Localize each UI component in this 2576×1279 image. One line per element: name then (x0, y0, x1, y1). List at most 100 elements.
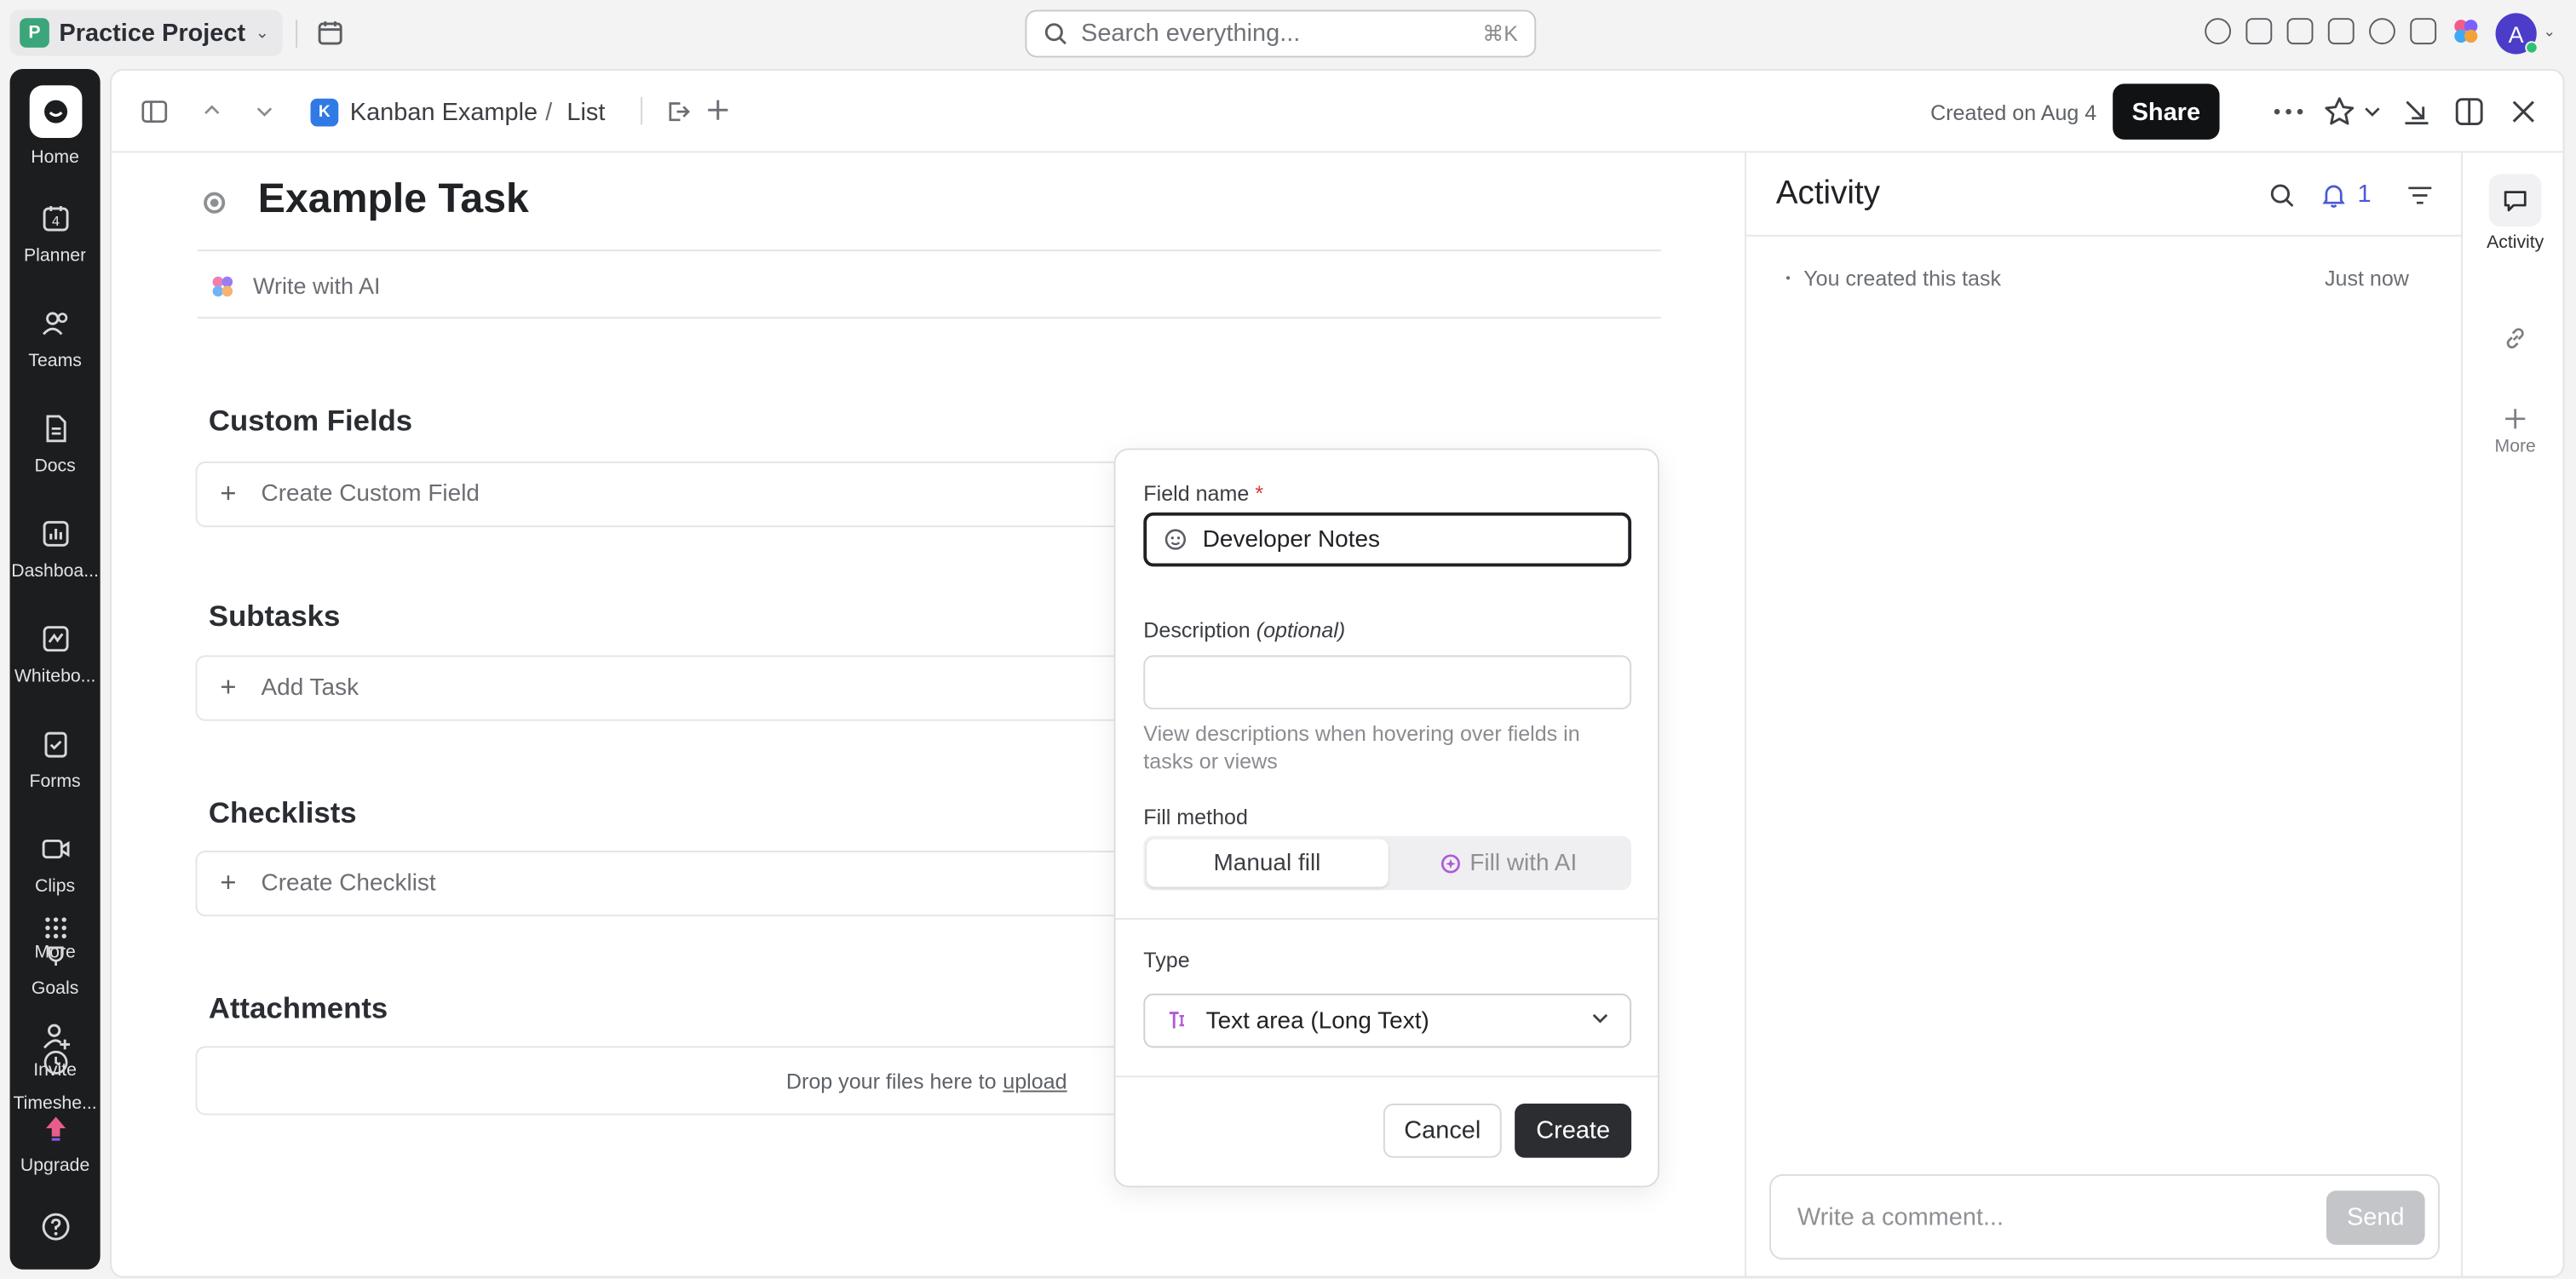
divider (1115, 918, 1658, 921)
rail-item-upgrade[interactable]: Upgrade (10, 1110, 101, 1176)
notification-count: 1 (2357, 181, 2372, 209)
field-name-label: Field name * (1143, 481, 1264, 507)
rail-item-docs[interactable]: Docs (10, 410, 101, 476)
description-help-text: View descriptions when hovering over fie… (1143, 720, 1580, 774)
send-button[interactable]: Send (2326, 1190, 2425, 1244)
ai-sparkle-icon (212, 275, 233, 296)
rail-label: Clips (35, 876, 76, 898)
task-panel: K Kanban Example / List Created on Aug 4… (110, 69, 2565, 1278)
notifications-button[interactable]: 1 (2321, 181, 2372, 209)
chevron-down-icon (1592, 1013, 1608, 1024)
more-horizontal-icon[interactable] (2274, 108, 2303, 115)
manual-fill-label: Manual fill (1213, 850, 1321, 876)
trophy-icon (37, 939, 72, 975)
mini-rail-more[interactable]: More (2463, 407, 2563, 457)
alarm-clock-icon[interactable] (2369, 18, 2395, 45)
ai-brain-icon[interactable] (2451, 16, 2481, 46)
rail-item-goals[interactable]: Goals (10, 939, 101, 999)
description-label: Description (optional) (1143, 617, 1346, 643)
rail-item-home[interactable]: Home (10, 85, 101, 168)
check-circle-icon[interactable] (2205, 18, 2232, 45)
filter-icon[interactable] (2406, 186, 2433, 205)
help-icon (37, 1208, 72, 1244)
rail-item-forms[interactable]: Forms (10, 726, 101, 792)
mini-rail-label: Activity (2487, 232, 2544, 254)
chevron-down-icon[interactable] (255, 105, 274, 118)
rail-label: Dashboa... (11, 561, 99, 582)
create-button[interactable]: Create (1515, 1104, 1632, 1158)
share-button[interactable]: Share (2113, 83, 2220, 140)
rail-item-planner[interactable]: 4 Planner (10, 200, 101, 266)
star-icon[interactable] (2323, 95, 2356, 129)
activity-entry: • You created this task (1785, 266, 2001, 290)
clock-icon (37, 1045, 72, 1081)
planner-calendar-icon: 4 (37, 200, 72, 236)
manual-fill-option[interactable]: Manual fill (1147, 839, 1388, 887)
sidebar-toggle-icon[interactable] (141, 100, 168, 123)
rail-item-dashboards[interactable]: Dashboa... (10, 516, 101, 582)
optional-tag: (optional) (1256, 617, 1346, 643)
inbox-icon[interactable] (2245, 18, 2273, 45)
fill-method-label: Fill method (1143, 805, 1248, 829)
divider (1746, 234, 2463, 237)
move-task-icon[interactable] (665, 99, 692, 125)
ai-sparkle-icon (1440, 853, 1460, 873)
field-name-input[interactable]: Developer Notes (1143, 512, 1632, 567)
clipboard-icon[interactable] (2286, 18, 2314, 45)
rail-item-clips[interactable]: Clips (10, 831, 101, 897)
split-view-icon[interactable] (2454, 97, 2484, 127)
plus-icon: + (220, 478, 237, 509)
emoji-picker-icon[interactable] (1163, 527, 1187, 552)
field-name-value: Developer Notes (1202, 526, 1381, 553)
document-icon[interactable] (2410, 18, 2437, 45)
plus-icon: + (220, 671, 237, 703)
chevron-up-icon[interactable] (202, 104, 221, 117)
task-title[interactable]: Example Task (258, 175, 529, 223)
workspace-switcher[interactable]: P Practice Project ⌄ (9, 9, 283, 56)
write-with-ai-button[interactable]: Write with AI (210, 272, 381, 299)
field-type-select[interactable]: Text area (Long Text) (1143, 993, 1632, 1048)
rail-label: Upgrade (20, 1156, 90, 1176)
activity-entry-time: Just now (2324, 266, 2409, 291)
rail-label: Teams (28, 351, 82, 371)
upload-link[interactable]: upload (1003, 1069, 1067, 1093)
write-with-ai-label: Write with AI (253, 272, 381, 300)
home-icon (28, 85, 82, 139)
mini-rail-links[interactable] (2463, 325, 2563, 352)
cancel-button[interactable]: Cancel (1383, 1104, 1502, 1158)
rail-item-whiteboards[interactable]: Whitebo... (10, 621, 101, 686)
minimize-arrow-icon[interactable] (2402, 97, 2432, 127)
task-status-icon[interactable] (204, 192, 226, 214)
whiteboard-icon (37, 621, 72, 657)
global-search[interactable]: Search everything... ⌘K (1025, 9, 1537, 58)
comment-input[interactable]: Write a comment... Send (1769, 1173, 2440, 1260)
fill-with-ai-label: Fill with AI (1469, 850, 1578, 876)
search-icon[interactable] (2268, 182, 2295, 209)
video-icon[interactable] (2327, 18, 2355, 45)
close-icon[interactable] (2510, 99, 2537, 125)
chevron-down-icon[interactable]: ⌄ (2543, 23, 2556, 41)
activity-entry-text: You created this task (1803, 266, 2002, 291)
checklists-title: Checklists (208, 796, 357, 829)
dropzone-text: Drop your files here to (785, 1068, 997, 1093)
create-checklist-label: Create Checklist (261, 870, 436, 898)
divider (641, 96, 643, 125)
rail-label: Docs (34, 456, 76, 477)
help-button[interactable] (10, 1208, 101, 1244)
rail-item-timesheets[interactable]: Timeshe... (10, 1045, 101, 1114)
mini-rail-label: More (2494, 437, 2536, 457)
right-mini-rail: Activity More (2461, 152, 2563, 1276)
chevron-down-icon[interactable] (2362, 105, 2382, 118)
rail-item-teams[interactable]: Teams (10, 306, 101, 371)
mini-rail-activity[interactable]: Activity (2463, 174, 2563, 254)
teams-icon (37, 306, 72, 341)
fill-with-ai-option[interactable]: Fill with AI (1388, 840, 1629, 887)
breadcrumb-list[interactable]: List (566, 99, 605, 127)
description-input[interactable] (1143, 655, 1632, 710)
plus-icon[interactable] (706, 99, 729, 122)
task-header: K Kanban Example / List Created on Aug 4… (112, 71, 2563, 153)
breadcrumb-space[interactable]: Kanban Example (350, 99, 538, 127)
calendar-icon[interactable] (315, 18, 345, 48)
dashboard-icon (37, 516, 72, 552)
chevron-down-icon: ⌄ (255, 23, 269, 43)
